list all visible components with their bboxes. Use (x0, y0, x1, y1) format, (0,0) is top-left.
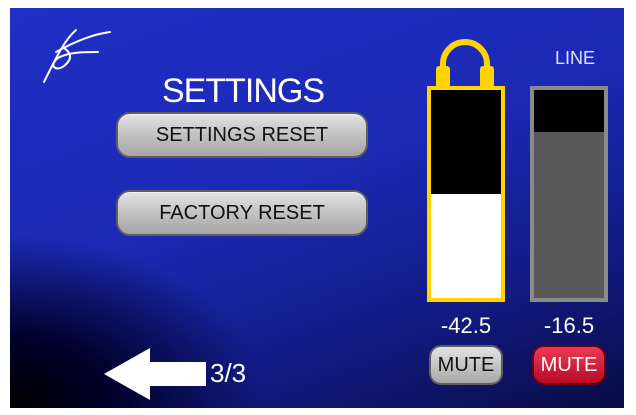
headphone-level-fill (431, 194, 501, 298)
headphone-level-meter[interactable] (427, 86, 505, 302)
line-label: LINE (554, 48, 596, 68)
line-mute-button[interactable]: MUTE (532, 345, 606, 385)
headphone-level-value: -42.5 (440, 313, 492, 338)
headphone-mute-button[interactable]: MUTE (429, 345, 503, 385)
settings-reset-button[interactable]: SETTINGS RESET (116, 112, 368, 158)
arrow-left-icon[interactable] (102, 346, 212, 402)
line-level-fill (534, 131, 604, 298)
settings-reset-label: SETTINGS RESET (155, 123, 329, 146)
page-title: SETTINGS (162, 72, 325, 110)
line-level-value: -16.5 (543, 313, 595, 338)
line-mute-label: MUTE (540, 353, 598, 376)
factory-reset-label: FACTORY RESET (159, 201, 325, 224)
signature-logo (43, 29, 111, 83)
headphone-mute-label: MUTE (437, 353, 495, 376)
factory-reset-button[interactable]: FACTORY RESET (116, 190, 368, 236)
line-level-meter[interactable] (530, 86, 608, 302)
page-indicator: 3/3 (210, 358, 247, 388)
settings-screen: SETTINGS SETTINGS RESET FACTORY RESET LI… (10, 8, 624, 408)
headphones-icon (436, 39, 494, 88)
